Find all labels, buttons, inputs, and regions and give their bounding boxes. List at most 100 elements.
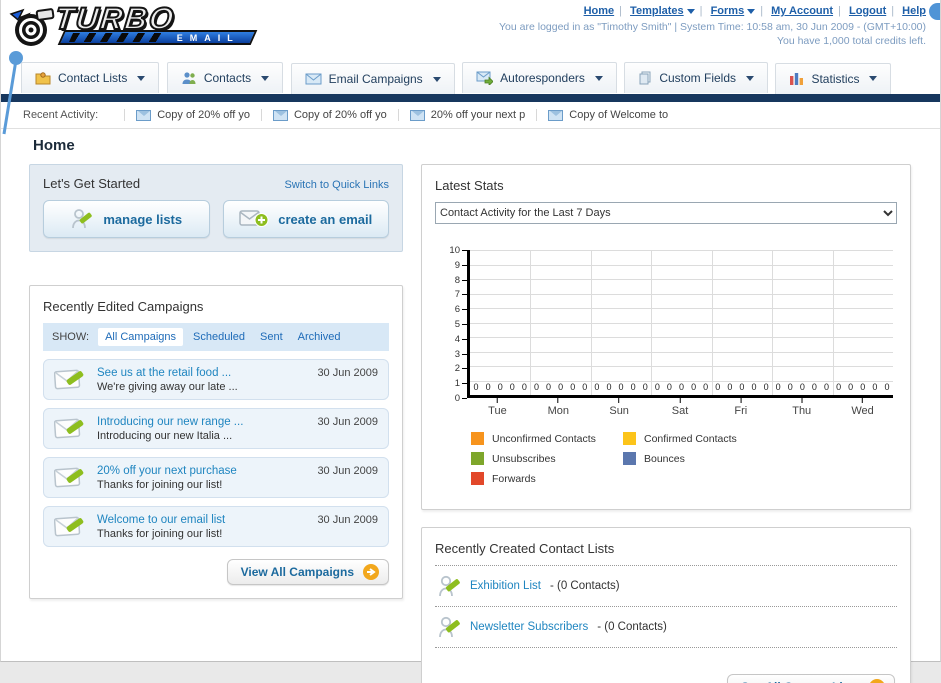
chart-value-label: 0 xyxy=(848,382,854,392)
turbo-spiral-icon xyxy=(9,8,55,46)
contact-list-count: - (0 Contacts) xyxy=(597,621,667,633)
chart-value-label: 0 xyxy=(570,382,576,392)
tab-contact-lists[interactable]: Contact Lists xyxy=(21,62,160,93)
legend-swatch xyxy=(471,432,484,445)
chart-value-label: 0 xyxy=(836,382,842,392)
campaign-subtitle: We're giving away our late ... xyxy=(97,381,238,393)
chart-y-axis: 0 1 2 3 4 5 6 7 8 9 10 xyxy=(441,245,467,404)
campaign-title-link[interactable]: Welcome to our email list xyxy=(97,514,308,526)
chart-x-tick: Fri xyxy=(734,398,747,417)
person-pencil-icon xyxy=(439,575,460,597)
nav-link-logout[interactable]: Logout xyxy=(849,5,886,17)
recently-created-contact-lists-panel: Recently Created Contact Lists Exhibitio… xyxy=(421,527,911,683)
chart-value-label: 0 xyxy=(703,382,709,392)
bar-chart-icon xyxy=(790,73,804,85)
campaign-title-link[interactable]: Introducing our new range ... xyxy=(97,416,308,428)
logo-email-bar: EMAIL xyxy=(57,30,258,45)
dropdown-arrow-icon xyxy=(432,76,441,82)
legend-label: Unconfirmed Contacts xyxy=(492,432,596,445)
chart-value-label: 0 xyxy=(618,382,624,392)
get-started-title: Let's Get Started xyxy=(43,176,141,191)
latest-stats-panel: Latest Stats Contact Activity for the La… xyxy=(421,164,911,510)
filter-scheduled[interactable]: Scheduled xyxy=(193,331,245,343)
tab-autoresponders[interactable]: Autoresponders xyxy=(462,62,617,93)
recently-edited-campaigns-panel: Recently Edited Campaigns SHOW: All Camp… xyxy=(29,285,403,599)
campaign-subtitle: Thanks for joining our list! xyxy=(97,528,223,540)
chart-value-label: 0 xyxy=(533,382,539,392)
recent-activity-item[interactable]: Copy of Welcome to xyxy=(536,109,679,121)
nav-link-forms[interactable]: Forms xyxy=(711,5,745,17)
legend-swatch xyxy=(471,452,484,465)
campaign-item[interactable]: Welcome to our email list Thanks for joi… xyxy=(43,506,389,547)
tab-contacts[interactable]: Contacts xyxy=(166,62,284,93)
stats-chart: 0 1 2 3 4 5 6 7 8 9 10 000000000000000000000000000… xyxy=(441,245,893,492)
chart-value-label: 0 xyxy=(860,382,866,392)
app-logo[interactable]: TURBO EMAIL xyxy=(9,0,258,52)
dropdown-arrow-icon xyxy=(686,8,695,14)
legend-item: Unsubscribes xyxy=(471,452,623,465)
chart-x-tick: Mon xyxy=(548,398,569,417)
create-email-button[interactable]: create an email xyxy=(222,200,389,238)
stats-activity-select[interactable]: Contact Activity for the Last 7 Days xyxy=(435,202,897,224)
filter-sent[interactable]: Sent xyxy=(260,331,283,343)
chart-value-label: 0 xyxy=(582,382,588,392)
campaign-date: 30 Jun 2009 xyxy=(317,416,378,428)
campaign-subtitle: Thanks for joining our list! xyxy=(97,479,223,491)
campaign-date: 30 Jun 2009 xyxy=(317,465,378,477)
help-bubble-icon[interactable] xyxy=(929,3,940,20)
chart-x-tick: Sat xyxy=(672,398,688,417)
contact-list-link[interactable]: Newsletter Subscribers xyxy=(470,621,588,633)
envelope-icon xyxy=(409,109,425,121)
chart-value-label: 0 xyxy=(558,382,564,392)
legend-item: Confirmed Contacts xyxy=(623,432,775,445)
dropdown-arrow-icon xyxy=(869,76,878,81)
filter-archived[interactable]: Archived xyxy=(298,331,341,343)
recent-activity-item[interactable]: Copy of 20% off yo xyxy=(124,109,261,121)
contact-list-link[interactable]: Exhibition List xyxy=(470,580,541,592)
recent-activity-item[interactable]: Copy of 20% off yo xyxy=(260,109,398,121)
campaign-item[interactable]: See us at the retail food ... We're givi… xyxy=(43,359,389,400)
person-pencil-icon xyxy=(439,616,460,638)
switch-quick-links-link[interactable]: Switch to Quick Links xyxy=(284,179,389,191)
credits-info: You have 1,000 total credits left. xyxy=(776,35,926,47)
arrow-right-icon xyxy=(363,564,379,580)
recent-activity-label: Recent Activity: xyxy=(23,109,99,121)
view-all-campaigns-button[interactable]: View All Campaigns xyxy=(226,559,389,585)
manage-lists-button[interactable]: manage lists xyxy=(43,200,210,238)
chart-value-label: 0 xyxy=(763,382,769,392)
logo-text: TURBO EMAIL xyxy=(52,0,258,45)
nav-link-my-account[interactable]: My Account xyxy=(771,5,833,17)
chart-value-label: 0 xyxy=(727,382,733,392)
envelope-icon xyxy=(305,73,322,85)
contact-list-item[interactable]: Exhibition List - (0 Contacts) xyxy=(435,566,897,607)
nav-link-templates[interactable]: Templates xyxy=(630,5,684,17)
chart-value-label: 0 xyxy=(521,382,527,392)
envelope-send-icon xyxy=(476,71,494,85)
get-started-panel: Let's Get Started Switch to Quick Links … xyxy=(29,164,403,252)
campaign-item[interactable]: 20% off your next purchase Thanks for jo… xyxy=(43,457,389,498)
campaign-title-link[interactable]: 20% off your next purchase xyxy=(97,465,308,477)
filter-all-campaigns[interactable]: All Campaigns xyxy=(98,328,183,346)
tab-email-campaigns[interactable]: Email Campaigns xyxy=(290,63,455,94)
chart-x-tick: Tue xyxy=(488,398,507,417)
folder-contacts-icon xyxy=(35,72,51,85)
campaign-item[interactable]: Introducing our new range ... Introducin… xyxy=(43,408,389,449)
nav-link-home[interactable]: Home xyxy=(584,5,615,17)
arrow-right-icon xyxy=(870,679,884,683)
campaign-title-link[interactable]: See us at the retail food ... xyxy=(97,367,308,379)
header-nav: Home | Templates | Forms | My Account | Logo… xyxy=(583,5,926,17)
nav-link-help[interactable]: Help xyxy=(902,5,926,17)
chart-value-label: 0 xyxy=(872,382,878,392)
tab-custom-fields[interactable]: Custom Fields xyxy=(624,62,769,93)
dropdown-arrow-icon xyxy=(747,8,756,14)
chart-value-label: 0 xyxy=(884,382,890,392)
recent-activity-item[interactable]: 20% off your next p xyxy=(397,109,537,121)
page-title: Home xyxy=(33,137,75,154)
person-pencil-icon xyxy=(72,209,93,229)
legend-label: Unsubscribes xyxy=(492,452,556,465)
see-all-contact-lists-button[interactable]: See All Contact Lists xyxy=(727,674,895,683)
chart-plot-area: 00000000000000000000000000000000000 xyxy=(467,250,893,398)
contact-list-item[interactable]: Newsletter Subscribers - (0 Contacts) xyxy=(435,607,897,648)
tab-statistics[interactable]: Statistics xyxy=(775,62,892,94)
chart-value-label: 0 xyxy=(485,382,491,392)
